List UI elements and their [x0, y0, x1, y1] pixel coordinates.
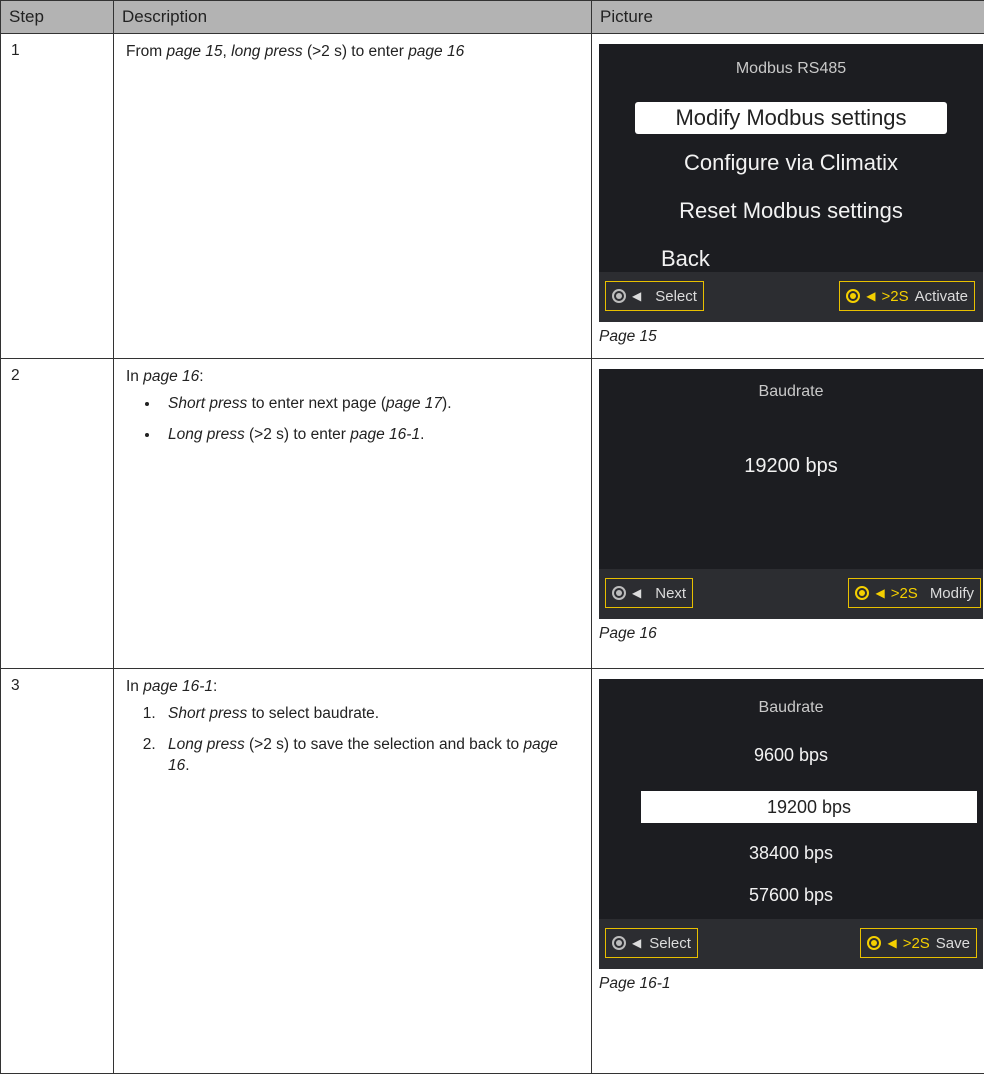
picture-caption: Page 15 [599, 328, 978, 346]
screen-title: Modbus RS485 [599, 60, 983, 78]
rotary-knob-icon [867, 936, 881, 950]
text: to select baudrate. [247, 705, 379, 722]
header-description: Description [114, 1, 592, 34]
left-arrow-icon: ◀ [887, 936, 896, 950]
step-picture: Baudrate 9600 bps 19200 bps 38400 bps 57… [592, 669, 984, 1074]
page-ref: page 16-1 [350, 426, 420, 443]
page-ref: page 16-1 [143, 678, 213, 695]
description-intro: In page 16: [126, 367, 581, 388]
next-button[interactable]: ◀ Next [605, 578, 693, 608]
action-term: long press [231, 43, 303, 60]
numbered-list: Short press to select baudrate. Long pre… [126, 704, 581, 777]
rotary-knob-icon [612, 289, 626, 303]
button-label: Select [655, 288, 697, 305]
text: to enter next page ( [247, 395, 386, 412]
procedure-table: Step Description Picture 1 From page 15,… [0, 0, 984, 1074]
screen-footer: ◀ Select ◀ >2S Activate [599, 272, 983, 322]
modify-button[interactable]: ◀ >2S Modify [848, 578, 981, 608]
rotary-knob-icon [855, 586, 869, 600]
activate-button[interactable]: ◀ >2S Activate [839, 281, 975, 311]
device-screen: Baudrate 9600 bps 19200 bps 38400 bps 57… [599, 679, 983, 969]
menu-item-configure-climatix[interactable]: Configure via Climatix [599, 150, 983, 176]
picture-caption: Page 16 [599, 625, 978, 643]
text: (>2 s) to enter [245, 426, 351, 443]
select-button[interactable]: ◀ Select [605, 281, 704, 311]
left-arrow-icon: ◀ [875, 586, 884, 600]
step-number: 3 [1, 669, 114, 1074]
page-ref: page 16 [408, 43, 464, 60]
rotary-knob-icon [846, 289, 860, 303]
step-number: 2 [1, 359, 114, 669]
list-item: Short press to enter next page (page 17)… [160, 394, 581, 415]
action-term: Short press [168, 395, 247, 412]
button-label: Activate [915, 288, 968, 305]
text: From [126, 43, 166, 60]
text: : [213, 678, 217, 695]
option-19200-selected[interactable]: 19200 bps [641, 791, 977, 823]
action-term: Long press [168, 736, 245, 753]
page-ref: page 17 [386, 395, 442, 412]
menu-item-modify-modbus[interactable]: Modify Modbus settings [635, 102, 947, 134]
page-ref: page 16 [143, 368, 199, 385]
menu-item-back[interactable]: Back [635, 246, 983, 272]
select-button[interactable]: ◀ Select [605, 928, 698, 958]
list-item: Long press (>2 s) to enter page 16-1. [160, 425, 581, 446]
left-arrow-icon: ◀ [632, 289, 641, 303]
left-arrow-icon: ◀ [632, 936, 641, 950]
step-number: 1 [1, 34, 114, 359]
text: . [185, 757, 189, 774]
left-arrow-icon: ◀ [632, 586, 641, 600]
text: (>2 s) to enter [303, 43, 409, 60]
picture-caption: Page 16-1 [599, 975, 978, 993]
table-header-row: Step Description Picture [1, 1, 984, 34]
action-term: Short press [168, 705, 247, 722]
description-text: From page 15, long press (>2 s) to enter… [126, 42, 581, 63]
save-button[interactable]: ◀ >2S Save [860, 928, 977, 958]
step-picture: Modbus RS485 Modify Modbus settings Conf… [592, 34, 984, 359]
option-38400[interactable]: 38400 bps [599, 843, 983, 864]
list-item: Long press (>2 s) to save the selection … [160, 735, 581, 777]
table-row: 2 In page 16: Short press to enter next … [1, 359, 984, 669]
screen-footer: ◀ Select ◀ >2S Save [599, 919, 983, 969]
table-row: 1 From page 15, long press (>2 s) to ent… [1, 34, 984, 359]
text: ). [442, 395, 451, 412]
page-ref: page 15 [166, 43, 222, 60]
screen-title: Baudrate [599, 383, 983, 401]
step-description: In page 16: Short press to enter next pa… [114, 359, 592, 669]
option-9600[interactable]: 9600 bps [599, 745, 983, 766]
long-press-indicator: >2S [903, 935, 930, 952]
text: : [199, 368, 203, 385]
left-arrow-icon: ◀ [866, 289, 875, 303]
description-intro: In page 16-1: [126, 677, 581, 698]
text: . [420, 426, 424, 443]
step-description: From page 15, long press (>2 s) to enter… [114, 34, 592, 359]
device-screen: Baudrate 19200 bps ◀ Next ◀ >2S Modify [599, 369, 983, 619]
button-label: Save [936, 935, 970, 952]
screen-title: Baudrate [599, 699, 983, 717]
button-label: Select [649, 935, 691, 952]
menu-item-reset-modbus[interactable]: Reset Modbus settings [599, 198, 983, 224]
list-item: Short press to select baudrate. [160, 704, 581, 725]
long-press-indicator: >2S [882, 288, 909, 305]
text: In [126, 368, 143, 385]
header-step: Step [1, 1, 114, 34]
rotary-knob-icon [612, 936, 626, 950]
bullet-list: Short press to enter next page (page 17)… [126, 394, 581, 446]
header-picture: Picture [592, 1, 984, 34]
step-picture: Baudrate 19200 bps ◀ Next ◀ >2S Modify [592, 359, 984, 669]
button-label: Next [655, 585, 686, 602]
text: (>2 s) to save the selection and back to [245, 736, 524, 753]
option-57600[interactable]: 57600 bps [599, 885, 983, 906]
rotary-knob-icon [612, 586, 626, 600]
button-label: Modify [930, 585, 974, 602]
action-term: Long press [168, 426, 245, 443]
table-row: 3 In page 16-1: Short press to select ba… [1, 669, 984, 1074]
text: In [126, 678, 143, 695]
device-screen: Modbus RS485 Modify Modbus settings Conf… [599, 44, 983, 322]
baudrate-value: 19200 bps [599, 455, 983, 478]
long-press-indicator: >2S [891, 585, 918, 602]
step-description: In page 16-1: Short press to select baud… [114, 669, 592, 1074]
screen-footer: ◀ Next ◀ >2S Modify [599, 569, 983, 619]
text: , [223, 43, 232, 60]
